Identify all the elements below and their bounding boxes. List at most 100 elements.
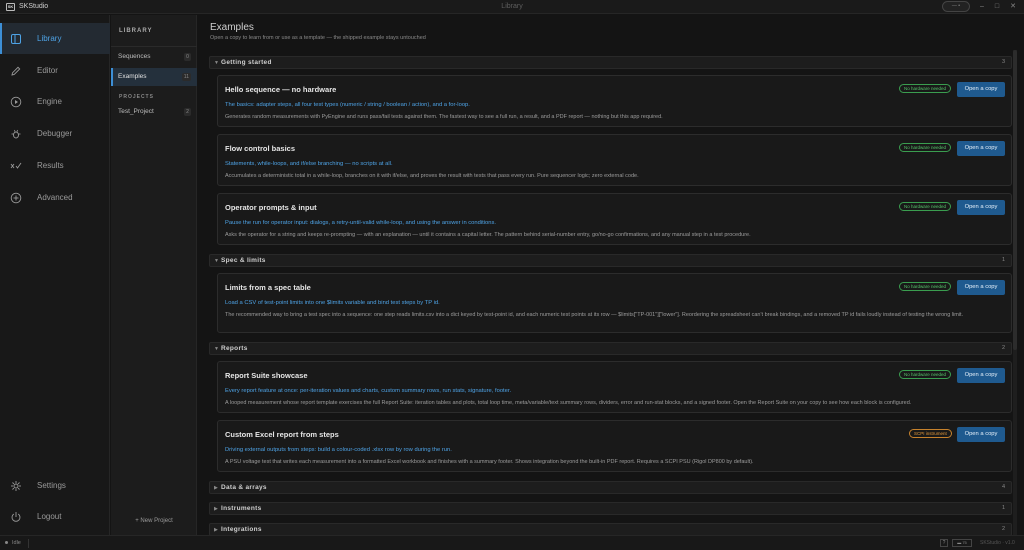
open-copy-button[interactable]: Open a copy xyxy=(957,200,1005,215)
nav-item-debugger[interactable]: Debugger xyxy=(0,118,110,149)
card-title: Flow control basics xyxy=(225,144,296,153)
example-card: Limits from a spec table Load a CSV of t… xyxy=(217,273,1012,333)
card-tagline: Load a CSV of test-point limits into one… xyxy=(225,300,440,306)
hardware-badge: No hardware needed xyxy=(899,84,952,93)
card-title: Operator prompts & input xyxy=(225,203,317,212)
card-title: Report Suite showcase xyxy=(225,371,308,380)
hardware-badge: No hardware needed xyxy=(899,202,952,211)
card-description: A looped measurement whose report templa… xyxy=(225,400,912,406)
example-card: Hello sequence — no hardware The basics:… xyxy=(217,75,1012,127)
chevron-down-icon: ▼ xyxy=(214,60,219,66)
page-subtitle: Open a copy to learn from or use as a te… xyxy=(210,35,426,41)
nav-label-library: Library xyxy=(37,34,62,43)
nav-item-editor[interactable]: Editor xyxy=(0,55,110,86)
project-item-label: Test_Project xyxy=(118,108,154,115)
minimize-button[interactable]: – xyxy=(976,2,988,12)
group-spec-limits[interactable]: ▼ Spec & limits 1 xyxy=(209,254,1012,267)
nav-label-engine: Engine xyxy=(37,97,62,106)
status-bar: Idle ? ▬ 75 SKStudio · v1.0 xyxy=(0,535,1024,550)
chevron-right-icon: ▶ xyxy=(214,506,218,512)
main-nav: Library Editor Engine Debugger Results A… xyxy=(0,15,110,535)
library-item-examples[interactable]: Examples 11 xyxy=(111,68,197,86)
hardware-badge: No hardware needed xyxy=(899,143,952,152)
library-item-label: Examples xyxy=(118,73,147,80)
nav-label-logout: Logout xyxy=(37,512,62,521)
card-description: The recommended way to bring a test spec… xyxy=(225,312,964,318)
examples-main: Examples Open a copy to learn from or us… xyxy=(198,15,1024,535)
open-copy-button[interactable]: Open a copy xyxy=(957,141,1005,156)
group-name: Spec & limits xyxy=(221,257,266,264)
card-tagline: Pause the run for operator input: dialog… xyxy=(225,220,496,226)
nav-item-engine[interactable]: Engine xyxy=(0,86,110,117)
open-copy-button[interactable]: Open a copy xyxy=(957,280,1005,295)
library-item-sequences[interactable]: Sequences 0 xyxy=(111,48,197,66)
maximize-button[interactable]: □ xyxy=(991,2,1003,12)
scrollbar-thumb[interactable] xyxy=(1013,50,1017,350)
nav-item-library[interactable]: Library xyxy=(0,23,110,54)
example-card: Report Suite showcase Every report featu… xyxy=(217,361,1012,413)
chevron-right-icon: ▶ xyxy=(214,527,218,533)
count-badge: 0 xyxy=(184,53,191,61)
nav-label-debugger: Debugger xyxy=(37,129,73,138)
instrument-badge: SCPI instrument xyxy=(909,429,952,438)
pencil-icon xyxy=(11,66,21,76)
hardware-badge: No hardware needed xyxy=(899,370,952,379)
nav-label-settings: Settings xyxy=(37,481,66,490)
group-reports[interactable]: ▼ Reports 2 xyxy=(209,342,1012,355)
nav-item-logout[interactable]: Logout xyxy=(0,501,110,532)
card-tagline: Every report feature at once: per-iterat… xyxy=(225,388,512,394)
open-copy-button[interactable]: Open a copy xyxy=(957,368,1005,383)
card-description: A PSU voltage test that writes each meas… xyxy=(225,459,754,465)
nav-item-advanced[interactable]: Advanced xyxy=(0,182,110,213)
group-data-arrays[interactable]: ▶ Data & arrays 4 xyxy=(209,481,1012,494)
nav-item-results[interactable]: Results xyxy=(0,150,110,181)
status-text: Idle xyxy=(12,540,21,546)
title-bar: SK SKStudio Library — • – □ ✕ xyxy=(0,0,1024,14)
divider xyxy=(111,46,197,47)
projects-heading: PROJECTS xyxy=(119,94,154,100)
group-instruments[interactable]: ▶ Instruments 1 xyxy=(209,502,1012,515)
new-project-button[interactable]: + New Project xyxy=(111,518,197,524)
nav-label-advanced: Advanced xyxy=(37,193,73,202)
open-copy-button[interactable]: Open a copy xyxy=(957,427,1005,442)
group-integrations[interactable]: ▶ Integrations 2 xyxy=(209,523,1012,535)
chevron-down-icon: ▼ xyxy=(214,346,219,352)
close-button[interactable]: ✕ xyxy=(1007,2,1019,12)
nav-label-editor: Editor xyxy=(37,66,58,75)
group-name: Getting started xyxy=(221,59,272,66)
nav-label-results: Results xyxy=(37,161,64,170)
card-description: Generates random measurements with PyEng… xyxy=(225,114,663,120)
power-icon xyxy=(11,511,21,522)
card-tagline: Statements, while-loops, and if/else bra… xyxy=(225,161,393,167)
count-badge: 2 xyxy=(184,108,191,116)
library-icon xyxy=(11,33,21,44)
group-count: 1 xyxy=(1001,505,1005,511)
library-panel: LIBRARY Sequences 0 Examples 11 PROJECTS… xyxy=(111,15,197,535)
count-badge: 11 xyxy=(181,73,191,81)
group-count: 2 xyxy=(1001,526,1005,532)
version-label: SKStudio · v1.0 xyxy=(980,540,1015,546)
library-item-label: Sequences xyxy=(118,53,151,60)
window-title: Library xyxy=(501,3,523,10)
status-dot-icon xyxy=(5,541,8,544)
nav-item-settings[interactable]: Settings xyxy=(0,470,110,501)
group-count: 1 xyxy=(1001,257,1005,263)
scrollbar[interactable] xyxy=(1013,50,1017,535)
group-name: Data & arrays xyxy=(221,484,267,491)
card-description: Asks the operator for a string and keeps… xyxy=(225,232,751,238)
card-title: Hello sequence — no hardware xyxy=(225,85,337,94)
project-item-test-project[interactable]: Test_Project 2 xyxy=(111,103,197,121)
play-circle-icon xyxy=(10,96,22,107)
example-card: Custom Excel report from steps Driving e… xyxy=(217,420,1012,472)
page-title: Examples xyxy=(210,22,254,33)
card-title: Limits from a spec table xyxy=(225,283,311,292)
help-button[interactable]: ? xyxy=(940,539,948,547)
group-count: 3 xyxy=(1001,59,1005,65)
card-tagline: The basics: adapter steps, all four test… xyxy=(225,102,470,108)
group-count: 4 xyxy=(1001,484,1005,490)
monitor-toggle[interactable]: ▬ 75 xyxy=(952,539,972,547)
session-pill[interactable]: — • xyxy=(942,1,970,12)
open-copy-button[interactable]: Open a copy xyxy=(957,82,1005,97)
group-getting-started[interactable]: ▼ Getting started 3 xyxy=(209,56,1012,69)
bug-icon xyxy=(11,129,21,138)
